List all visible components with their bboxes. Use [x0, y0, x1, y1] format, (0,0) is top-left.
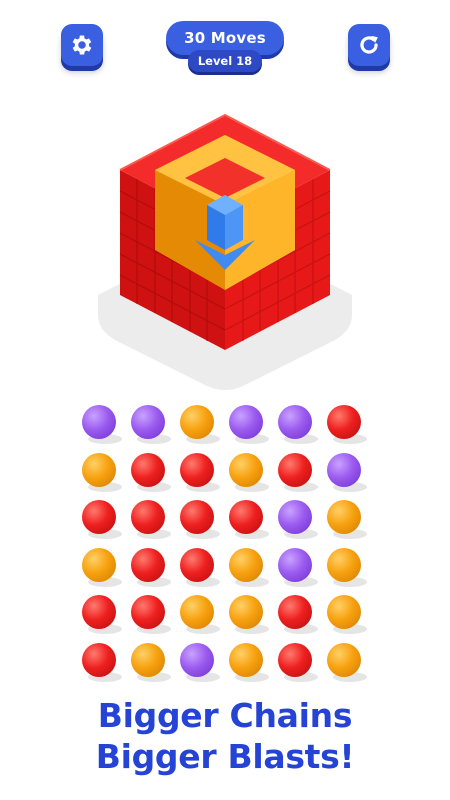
- level-badge: Level 18: [188, 50, 262, 72]
- ball-orange[interactable]: [229, 452, 269, 492]
- ball-red[interactable]: [180, 500, 220, 540]
- ball-purple[interactable]: [278, 547, 318, 587]
- restart-button[interactable]: [348, 24, 390, 66]
- voxel-cube-drawing: [98, 113, 352, 390]
- ball-orange[interactable]: [229, 643, 269, 682]
- ball-orange[interactable]: [327, 595, 367, 635]
- ball-red[interactable]: [131, 547, 171, 587]
- gear-icon: [72, 35, 92, 55]
- ball-red[interactable]: [180, 452, 220, 492]
- ball-red[interactable]: [278, 452, 318, 492]
- settings-button[interactable]: [61, 24, 103, 66]
- ball-orange[interactable]: [180, 595, 220, 635]
- ball-red[interactable]: [229, 500, 269, 540]
- ball-red[interactable]: [327, 405, 367, 444]
- ball-orange[interactable]: [82, 547, 122, 587]
- ball-orange[interactable]: [327, 643, 367, 682]
- ball-purple[interactable]: [82, 405, 122, 444]
- ball-red[interactable]: [131, 500, 171, 540]
- restart-icon: [360, 35, 378, 54]
- ball-orange[interactable]: [131, 643, 171, 682]
- level-label: Level 18: [197, 54, 253, 68]
- ball-grid[interactable]: [82, 405, 382, 695]
- slogan-line-2: Bigger Blasts!: [95, 737, 355, 776]
- moves-label: 30 Moves: [184, 29, 266, 47]
- ball-orange[interactable]: [327, 547, 367, 587]
- ball-red[interactable]: [278, 643, 318, 682]
- ball-red[interactable]: [180, 547, 220, 587]
- ball-orange[interactable]: [229, 547, 269, 587]
- ball-purple[interactable]: [327, 452, 367, 492]
- slogan-line-1: Bigger Chains: [97, 696, 353, 735]
- ball-orange[interactable]: [229, 595, 269, 635]
- ball-orange[interactable]: [180, 405, 220, 444]
- ball-purple[interactable]: [180, 643, 220, 682]
- ball-red[interactable]: [131, 452, 171, 492]
- ball-purple[interactable]: [131, 405, 171, 444]
- ball-red[interactable]: [278, 595, 318, 635]
- ball-purple[interactable]: [278, 405, 318, 444]
- ball-red[interactable]: [82, 643, 122, 682]
- ball-orange[interactable]: [82, 452, 122, 492]
- ball-purple[interactable]: [278, 500, 318, 540]
- ball-red[interactable]: [82, 595, 122, 635]
- ball-purple[interactable]: [229, 405, 269, 444]
- ball-red[interactable]: [131, 595, 171, 635]
- ball-red[interactable]: [82, 500, 122, 540]
- voxel-cube: [95, 100, 355, 390]
- ball-orange[interactable]: [327, 500, 367, 540]
